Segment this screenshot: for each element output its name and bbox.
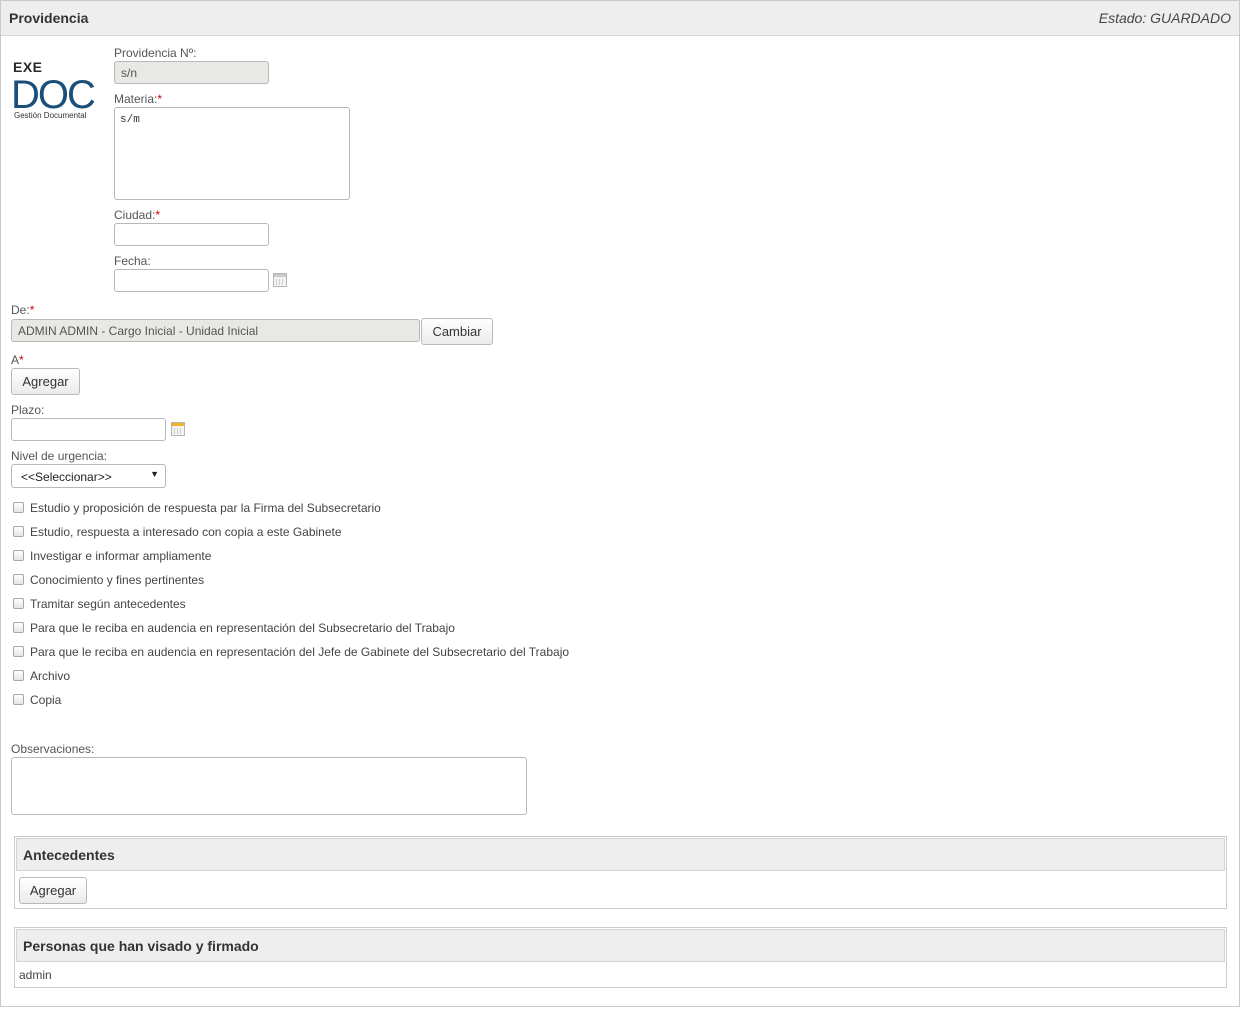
- materia-label: Materia:*: [114, 92, 163, 106]
- cambiar-button[interactable]: Cambiar: [421, 318, 493, 345]
- antecedentes-panel: Antecedentes Agregar: [14, 836, 1227, 909]
- a-label: A*: [11, 353, 24, 367]
- providencia-number-label: Providencia Nº:: [114, 46, 197, 60]
- checkbox-label: Conocimiento y fines pertinentes: [30, 573, 205, 587]
- checkbox[interactable]: [13, 550, 24, 561]
- ciudad-label: Ciudad:*: [114, 208, 161, 222]
- checkbox[interactable]: [13, 622, 24, 633]
- dropdown-arrow-icon: ▼: [150, 469, 159, 479]
- firmantes-header: Personas que han visado y firmado: [16, 929, 1225, 962]
- de-field[interactable]: [11, 319, 420, 342]
- fecha-field[interactable]: [114, 269, 269, 292]
- page-title: Providencia: [9, 10, 89, 26]
- checkbox[interactable]: [13, 694, 24, 705]
- de-label: De:*: [11, 303, 35, 317]
- observaciones-textarea[interactable]: [11, 757, 527, 815]
- antecedentes-title: Antecedentes: [23, 847, 115, 863]
- urgencia-selected-value: <<Seleccionar>>: [21, 470, 112, 484]
- svg-text:Gestión Documental: Gestión Documental: [14, 111, 87, 120]
- checkbox-label: Archivo: [30, 669, 71, 683]
- firmante-item: admin: [19, 968, 52, 982]
- checkbox-label: Para que le reciba en audencia en repres…: [30, 621, 455, 635]
- ciudad-field[interactable]: [114, 223, 269, 246]
- urgencia-label: Nivel de urgencia:: [11, 449, 108, 463]
- urgencia-select[interactable]: <<Seleccionar>> ▼: [11, 464, 166, 488]
- title-bar: Providencia Estado: GUARDADO: [1, 1, 1239, 36]
- calendar-icon[interactable]: [273, 273, 287, 287]
- agregar-antecedente-button[interactable]: Agregar: [19, 877, 87, 904]
- checkbox[interactable]: [13, 502, 24, 513]
- checkbox-label: Tramitar según antecedentes: [30, 597, 186, 611]
- exedoc-logo: EXE DOC Gestión Documental: [12, 59, 97, 120]
- plazo-field[interactable]: [11, 418, 166, 441]
- checkbox[interactable]: [13, 526, 24, 537]
- antecedentes-header: Antecedentes: [16, 838, 1225, 871]
- checkbox[interactable]: [13, 670, 24, 681]
- document-window: Providencia Estado: GUARDADO EXE DOC Ges…: [0, 0, 1240, 1007]
- checkbox-label: Estudio, respuesta a interesado con copi…: [30, 525, 342, 539]
- checkbox[interactable]: [13, 598, 24, 609]
- plazo-label: Plazo:: [11, 403, 45, 417]
- providencia-number-field[interactable]: [114, 61, 269, 84]
- firmantes-panel: Personas que han visado y firmado admin: [14, 927, 1227, 988]
- status-text: Estado: GUARDADO: [1098, 10, 1231, 26]
- checkbox-label: Investigar e informar ampliamente: [30, 549, 212, 563]
- observaciones-label: Observaciones:: [11, 742, 95, 756]
- checkbox-label: Copia: [30, 693, 62, 707]
- materia-textarea[interactable]: s/m: [114, 107, 350, 200]
- agregar-destinatario-button[interactable]: Agregar: [11, 368, 80, 395]
- fecha-label: Fecha:: [114, 254, 151, 268]
- checkbox[interactable]: [13, 574, 24, 585]
- checkbox[interactable]: [13, 646, 24, 657]
- checkbox-label: Estudio y proposición de respuesta par l…: [30, 501, 381, 515]
- plazo-calendar-icon[interactable]: [171, 422, 185, 436]
- firmantes-title: Personas que han visado y firmado: [23, 938, 259, 954]
- checkbox-label: Para que le reciba en audencia en repres…: [30, 645, 570, 659]
